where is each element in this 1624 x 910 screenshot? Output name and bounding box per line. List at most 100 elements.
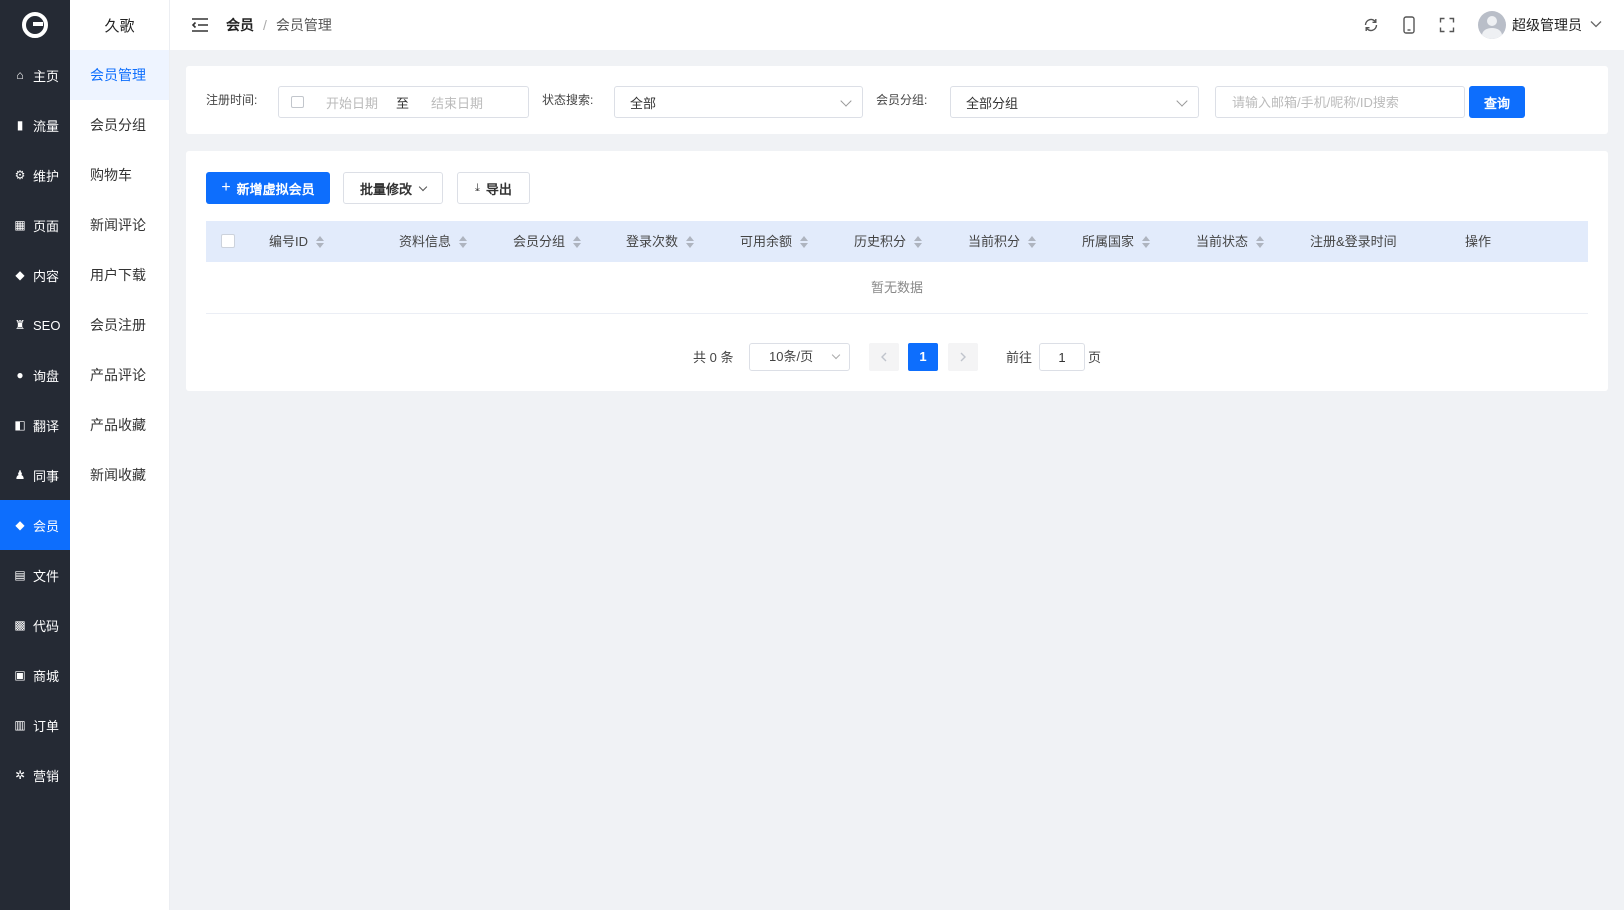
sort-icon[interactable]	[1142, 235, 1151, 248]
select-all-checkbox[interactable]	[221, 234, 235, 248]
nav-item-5[interactable]: ♜ SEO	[0, 300, 70, 350]
status-select[interactable]: 全部	[614, 86, 863, 118]
refresh-icon[interactable]	[1352, 0, 1390, 50]
submenu-item[interactable]: 新闻评论	[70, 200, 169, 250]
submenu-item[interactable]: 产品收藏	[70, 400, 169, 450]
column-header[interactable]: 登录次数	[626, 221, 695, 262]
sort-icon[interactable]	[459, 235, 468, 248]
start-date-input[interactable]: 开始日期	[326, 93, 396, 112]
nav-item-14[interactable]: ✲ 营销	[0, 750, 70, 800]
breadcrumb-current: 会员管理	[275, 17, 332, 33]
batch-edit-button[interactable]: 批量修改	[343, 172, 443, 204]
page-number[interactable]: 1	[908, 343, 938, 371]
chevron-down-icon	[831, 350, 841, 360]
column-header[interactable]: 会员分组	[513, 221, 582, 262]
nav-item-2[interactable]: ⚙ 维护	[0, 150, 70, 200]
column-header[interactable]: 可用余额	[740, 221, 809, 262]
header: 会员 / 会员管理 超级管理员	[170, 0, 1624, 50]
nav-item-12[interactable]: ▣ 商城	[0, 650, 70, 700]
trophy-icon: ♜	[14, 318, 26, 332]
column-header[interactable]: 历史积分	[854, 221, 923, 262]
prev-page-button[interactable]	[869, 343, 899, 371]
fullscreen-icon[interactable]	[1428, 0, 1466, 50]
nav-item-label: 订单	[33, 718, 60, 734]
sort-icon[interactable]	[1028, 235, 1037, 248]
nav-item-7[interactable]: ◧ 翻译	[0, 400, 70, 450]
download-icon: ⤓	[475, 181, 480, 194]
bar-chart-icon: ▮	[16, 118, 24, 132]
column-header[interactable]: 资料信息	[399, 221, 468, 262]
page-size-select[interactable]: 10条/页	[749, 343, 850, 371]
nav-item-4[interactable]: ◆ 内容	[0, 250, 70, 300]
date-range-picker[interactable]: 开始日期 至 结束日期	[278, 86, 529, 118]
column-header[interactable]: 编号ID	[269, 221, 325, 262]
mobile-icon[interactable]	[1390, 0, 1428, 50]
sub-sidebar: 久歌 会员管理 会员分组 购物车 新闻评论 用户下载 会员注册 产品评论 产品收藏 新闻收藏	[70, 0, 170, 910]
plus-icon: +	[221, 179, 231, 196]
nav-item-3[interactable]: ▦ 页面	[0, 200, 70, 250]
gear-icon: ⚙	[14, 168, 26, 182]
nav-item-label: 会员	[33, 518, 60, 534]
end-date-input[interactable]: 结束日期	[431, 93, 511, 112]
column-header[interactable]: 当前积分	[968, 221, 1037, 262]
filter-panel: 注册时间: 开始日期 至 结束日期 状态搜索: 全部 会员分组: 全部分组 查询	[186, 66, 1608, 134]
shop-bag-icon: ▣	[14, 668, 26, 682]
group-label: 会员分组:	[876, 93, 928, 107]
nav-item-11[interactable]: ▩ 代码	[0, 600, 70, 650]
nav-item-label: 询盘	[33, 368, 60, 384]
nav-item-1[interactable]: ▮ 流量	[0, 100, 70, 150]
export-button[interactable]: ⤓ 导出	[457, 172, 530, 204]
query-button[interactable]: 查询	[1469, 86, 1525, 118]
submenu-item[interactable]: 会员注册	[70, 300, 169, 350]
sort-icon[interactable]	[914, 235, 923, 248]
nav-item-6[interactable]: ● 询盘	[0, 350, 70, 400]
sub-sidebar-title: 久歌	[104, 17, 135, 35]
column-header[interactable]: 所属国家	[1082, 221, 1151, 262]
logo[interactable]	[0, 0, 70, 50]
nav-item-8[interactable]: ♟ 同事	[0, 450, 70, 500]
submenu-item[interactable]: 用户下载	[70, 250, 169, 300]
order-icon: ▥	[14, 718, 26, 732]
sort-icon[interactable]	[573, 235, 582, 248]
member-table-panel: + 新增虚拟会员 批量修改 ⤓ 导出 编号ID 资料信息 会员分组 登录次数 可用余额 历…	[186, 151, 1608, 391]
submenu-item[interactable]: 产品评论	[70, 350, 169, 400]
add-virtual-member-button[interactable]: + 新增虚拟会员	[206, 172, 330, 204]
sort-icon[interactable]	[316, 235, 325, 248]
column-header[interactable]: 注册&登录时间	[1310, 221, 1397, 262]
nav-item-13[interactable]: ▥ 订单	[0, 700, 70, 750]
nav-item-10[interactable]: ▤ 文件	[0, 550, 70, 600]
submenu-item[interactable]: 会员分组	[70, 100, 169, 150]
collapse-menu-icon[interactable]	[188, 13, 212, 37]
submenu-item[interactable]: 购物车	[70, 150, 169, 200]
sort-icon[interactable]	[1256, 235, 1265, 248]
home-icon: ⌂	[16, 68, 24, 82]
group-select[interactable]: 全部分组	[950, 86, 1199, 118]
search-input[interactable]	[1215, 86, 1465, 118]
table-header: 编号ID 资料信息 会员分组 登录次数 可用余额 历史积分 当前积分 所属国家 当前状态 注册&登…	[206, 221, 1588, 262]
nav-item-label: 翻译	[33, 418, 60, 434]
chevron-down-icon	[1590, 19, 1602, 31]
column-header[interactable]: 操作	[1465, 221, 1491, 262]
status-label: 状态搜索:	[542, 93, 594, 107]
pagination-total: 共 0 条	[693, 350, 734, 365]
nav-item-0[interactable]: ⌂ 主页	[0, 50, 70, 100]
nav-item-label: 商城	[33, 668, 60, 684]
column-header[interactable]: 当前状态	[1196, 221, 1265, 262]
nav-item-9[interactable]: ◆ 会员	[0, 500, 70, 550]
main-sidebar: ⌂ 主页 ▮ 流量 ⚙ 维护 ▦ 页面 ◆ 内容 ♜ SEO ● 询盘 ◧ 翻译 ♟ 同事 ◆ 会员 ▤ 文件 ▩ 代码 ▣ 商城…	[0, 0, 70, 910]
column-header-label: 当前积分	[968, 234, 1021, 249]
column-header-label: 资料信息	[399, 234, 452, 249]
goto-page-input[interactable]	[1039, 343, 1085, 371]
grid-icon: ▦	[14, 218, 26, 232]
submenu-item[interactable]: 新闻收藏	[70, 450, 169, 500]
submenu-item[interactable]: 会员管理	[70, 50, 169, 100]
column-header-label: 历史积分	[854, 234, 907, 249]
empty-state: 暂无数据	[206, 262, 1588, 314]
user-menu[interactable]: 超级管理员	[1478, 11, 1602, 39]
sort-icon[interactable]	[800, 235, 809, 248]
sort-icon[interactable]	[686, 235, 695, 248]
cube-icon: ◆	[15, 268, 25, 282]
nav-item-label: 内容	[33, 268, 60, 284]
next-page-button[interactable]	[948, 343, 978, 371]
breadcrumb-root[interactable]: 会员	[226, 15, 254, 35]
